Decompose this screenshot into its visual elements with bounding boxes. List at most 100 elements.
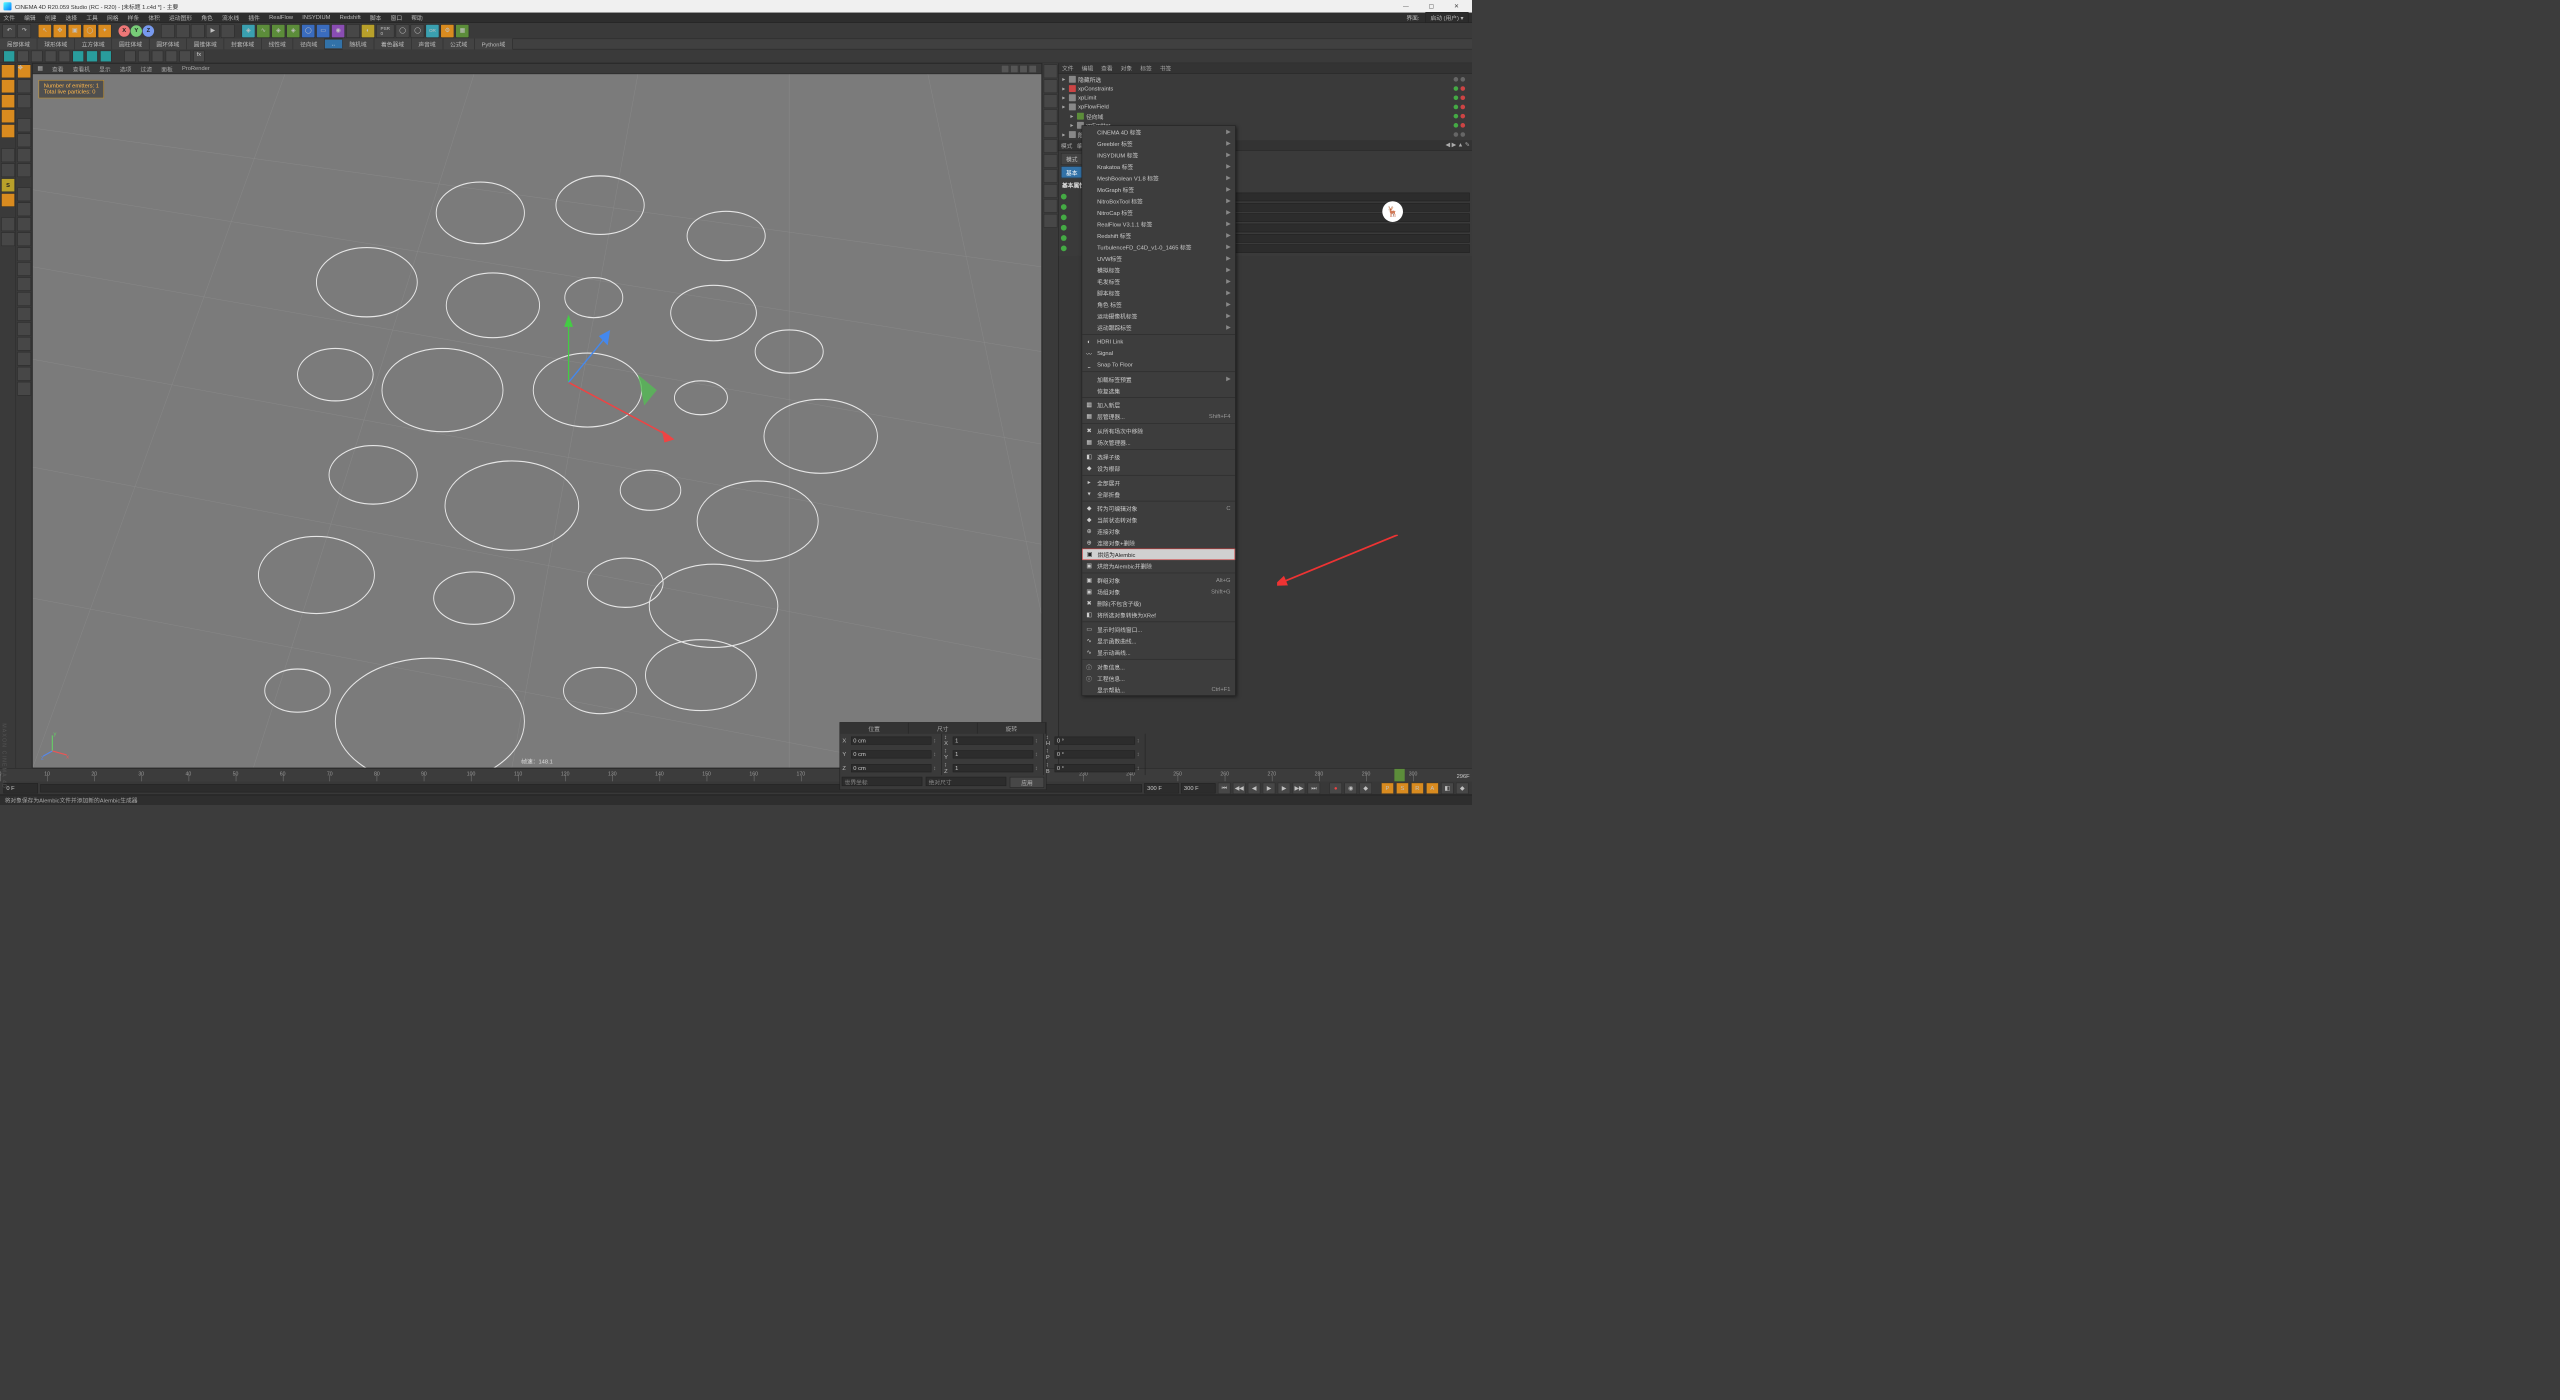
maximize-button[interactable]: ▢ xyxy=(1419,1,1443,13)
panel-icon[interactable] xyxy=(1044,199,1058,213)
panel-icon[interactable] xyxy=(1044,94,1058,108)
timeline-ruler[interactable]: 296F 01020304050607080901001101201301401… xyxy=(0,769,1472,782)
context-menu-item[interactable]: NitroCap 标签▶ xyxy=(1082,206,1235,218)
field-icon[interactable] xyxy=(3,50,15,62)
panel-icon[interactable] xyxy=(1044,124,1058,138)
field-icon[interactable] xyxy=(166,50,178,62)
menu-item[interactable]: 文件 xyxy=(3,13,15,22)
context-menu-item[interactable]: ▦层管理器...Shift+F4 xyxy=(1082,411,1235,423)
minimize-button[interactable]: — xyxy=(1394,1,1418,13)
coord-input[interactable] xyxy=(1055,737,1136,745)
category-tab[interactable]: 着色器域 xyxy=(374,39,411,50)
scale-tool[interactable]: ▣ xyxy=(68,24,82,38)
psr-button[interactable]: PSR0 xyxy=(376,24,394,38)
tool-icon[interactable] xyxy=(17,292,31,306)
field-icon[interactable] xyxy=(17,50,29,62)
layout-dropdown[interactable]: 启动 (用户) ▾ xyxy=(1425,12,1468,23)
category-tab[interactable]: .. xyxy=(325,40,343,49)
object-row[interactable]: ▸xpLimit xyxy=(1061,93,1470,102)
context-menu-item[interactable]: ⊕连接对象+删除 xyxy=(1082,537,1235,549)
context-menu-item[interactable]: 毛发标签▶ xyxy=(1082,275,1235,287)
context-menu-item[interactable]: ∿显示动画线... xyxy=(1082,646,1235,658)
field-icon[interactable] xyxy=(100,50,112,62)
apply-button[interactable]: 应用 xyxy=(1010,777,1045,788)
tool-icon[interactable] xyxy=(17,202,31,216)
category-tab[interactable]: 径向域 xyxy=(293,39,325,50)
viewport-menu-item[interactable]: 面板 xyxy=(161,64,173,73)
tool-btn[interactable] xyxy=(161,24,175,38)
tool-btn[interactable]: ⚙ xyxy=(440,24,454,38)
category-tab[interactable]: 封套体域 xyxy=(224,39,261,50)
tool-icon[interactable] xyxy=(17,307,31,321)
z-axis-button[interactable]: Z xyxy=(143,25,155,37)
vp-gear-icon[interactable]: ▦ xyxy=(37,66,42,72)
tool-icon[interactable] xyxy=(17,337,31,351)
y-axis-button[interactable]: Y xyxy=(131,25,143,37)
tool-btn[interactable]: ◯ xyxy=(411,24,425,38)
category-tab[interactable]: 线性域 xyxy=(262,39,294,50)
panel-icon[interactable] xyxy=(1044,64,1058,78)
menu-item[interactable]: 帮助 xyxy=(411,13,423,22)
context-menu-item[interactable]: RealFlow V3.1.1 标签▶ xyxy=(1082,218,1235,229)
coord-input[interactable] xyxy=(953,764,1034,772)
tool-icon[interactable] xyxy=(17,247,31,261)
viewport-corner-icon[interactable] xyxy=(1010,65,1018,73)
menu-item[interactable]: 流水线 xyxy=(222,13,239,22)
tool-icon[interactable] xyxy=(17,367,31,381)
environment-button[interactable]: ◯ xyxy=(301,24,315,38)
panel-icon[interactable] xyxy=(1044,169,1058,183)
field-icon[interactable] xyxy=(31,50,43,62)
panel-tab[interactable]: 书签 xyxy=(1160,64,1172,73)
coord-input[interactable] xyxy=(1055,750,1136,758)
context-menu-item[interactable]: ▣场组对象Shift+G xyxy=(1082,586,1235,598)
field-icon[interactable] xyxy=(124,50,136,62)
deformer-button[interactable]: ◈ xyxy=(286,24,300,38)
key-r-button[interactable]: R xyxy=(1411,783,1424,795)
field-icon[interactable] xyxy=(179,50,191,62)
category-tab[interactable]: 球形体域 xyxy=(37,39,74,50)
category-tab[interactable]: 声音域 xyxy=(411,39,443,50)
tool-icon[interactable] xyxy=(17,382,31,396)
context-menu-item[interactable]: ◆转为可编辑对象C xyxy=(1082,503,1235,515)
key-a-button[interactable]: A xyxy=(1426,783,1439,795)
light-button[interactable]: ◉ xyxy=(331,24,345,38)
tool-icon[interactable] xyxy=(17,217,31,231)
panel-icon[interactable] xyxy=(1044,109,1058,123)
context-menu-item[interactable]: ⓘ工程信息... xyxy=(1082,672,1235,684)
generator-button[interactable]: ◈ xyxy=(271,24,285,38)
key-opt-button[interactable]: ◆ xyxy=(1456,783,1469,795)
attr-tab[interactable]: 模式 xyxy=(1061,153,1083,165)
viewport-menu-item[interactable]: ProRender xyxy=(182,66,210,72)
context-menu-item[interactable]: ◧将所选对象转换为XRef xyxy=(1082,609,1235,621)
context-menu-item[interactable]: NitroBoxTool 标签▶ xyxy=(1082,195,1235,207)
mode-icon[interactable] xyxy=(1,217,15,231)
menu-item[interactable]: 编辑 xyxy=(24,13,35,22)
category-tab[interactable]: 公式域 xyxy=(443,39,475,50)
context-menu-item[interactable]: ✖删除(不包含子级) xyxy=(1082,597,1235,609)
close-button[interactable]: ✕ xyxy=(1444,1,1468,13)
context-menu-item[interactable]: CINEMA 4D 标签▶ xyxy=(1082,126,1235,138)
tool-icon[interactable] xyxy=(17,133,31,147)
context-menu-item[interactable]: ▭显示时间线窗口... xyxy=(1082,623,1235,635)
context-menu-item[interactable]: Redshift 标签▶ xyxy=(1082,229,1235,241)
context-menu-item[interactable]: ✖从所有场次中移除 xyxy=(1082,425,1235,437)
key-p-button[interactable]: P xyxy=(1381,783,1394,795)
context-menu-item[interactable]: MoGraph 标签▶ xyxy=(1082,183,1235,195)
context-menu-item[interactable]: 加载标签预置▶ xyxy=(1082,373,1235,385)
lasso-tool[interactable]: ✦ xyxy=(98,24,112,38)
context-menu-item[interactable]: ▣群组对象Alt+G xyxy=(1082,574,1235,586)
viewport-menu-item[interactable]: 选项 xyxy=(120,64,132,73)
menu-item[interactable]: 插件 xyxy=(248,13,260,22)
category-tab[interactable]: 随机域 xyxy=(342,39,374,50)
key-opt-button[interactable]: ◧ xyxy=(1441,783,1454,795)
coord-input[interactable] xyxy=(953,750,1034,758)
autokey-button[interactable]: ◉ xyxy=(1344,783,1357,795)
mode-icon[interactable] xyxy=(1,124,15,138)
menu-item[interactable]: 窗口 xyxy=(391,13,403,22)
panel-icon[interactable] xyxy=(1044,184,1058,198)
context-menu-item[interactable]: Krakatoa 标签▶ xyxy=(1082,160,1235,172)
panel-tab[interactable]: 文件 xyxy=(1062,64,1074,73)
category-tab[interactable]: 立方体域 xyxy=(75,39,112,50)
next-key-button[interactable]: ▶▶ xyxy=(1293,783,1306,795)
object-row[interactable]: ▸xpConstraints xyxy=(1061,84,1470,93)
